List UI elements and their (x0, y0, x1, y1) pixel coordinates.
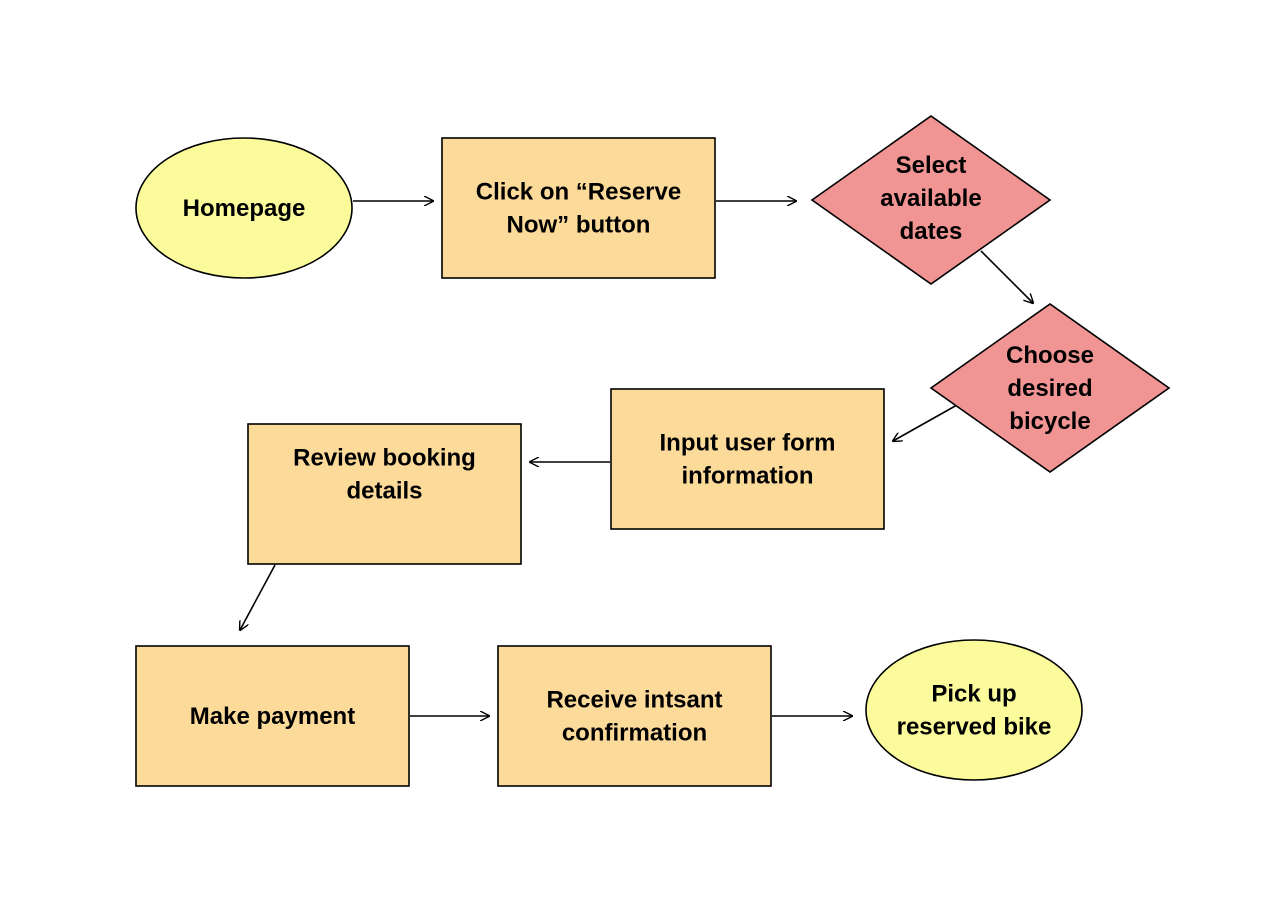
rect-shape (497, 645, 772, 787)
node-label: available (880, 185, 981, 212)
flowchart: Homepage Click on “Reserve Now” button Sele… (135, 115, 1171, 787)
node-label: Input user form (659, 430, 835, 457)
node-payment: Make payment (135, 645, 410, 787)
arrow-dates-to-bicycle (980, 250, 1033, 303)
node-label: reserved bike (897, 714, 1052, 741)
rect-shape (441, 137, 716, 279)
rect-shape (610, 388, 885, 530)
node-label: information (682, 463, 814, 490)
node-homepage: Homepage (135, 137, 353, 279)
node-label: Select (896, 152, 967, 179)
node-label: confirmation (562, 720, 707, 747)
node-label: Choose (1006, 342, 1094, 369)
node-reserve: Click on “Reserve Now” button (441, 137, 716, 279)
node-label: Make payment (190, 703, 355, 730)
node-label: Now” button (507, 212, 651, 239)
node-confirm: Receive intsant confirmation (497, 645, 772, 787)
node-pickup: Pick up reserved bike (865, 639, 1083, 781)
node-label: details (346, 478, 422, 505)
arrow-review-to-payment (240, 564, 276, 630)
node-label: Pick up (931, 681, 1016, 708)
node-review: Review booking details (247, 423, 522, 565)
node-bicycle: Choose desired bicycle (929, 303, 1171, 473)
node-label: Click on “Reserve (476, 179, 681, 206)
node-label: Review booking (293, 445, 476, 472)
node-label: desired (1007, 375, 1092, 402)
ellipse-shape (865, 639, 1083, 781)
node-dates: Select available dates (810, 115, 1052, 285)
arrow-bicycle-to-input (893, 404, 958, 441)
node-input: Input user form information (610, 388, 885, 530)
node-label: Receive intsant (546, 687, 722, 714)
node-label: dates (900, 218, 963, 245)
node-label: bicycle (1009, 408, 1090, 435)
node-label: Homepage (183, 195, 306, 222)
